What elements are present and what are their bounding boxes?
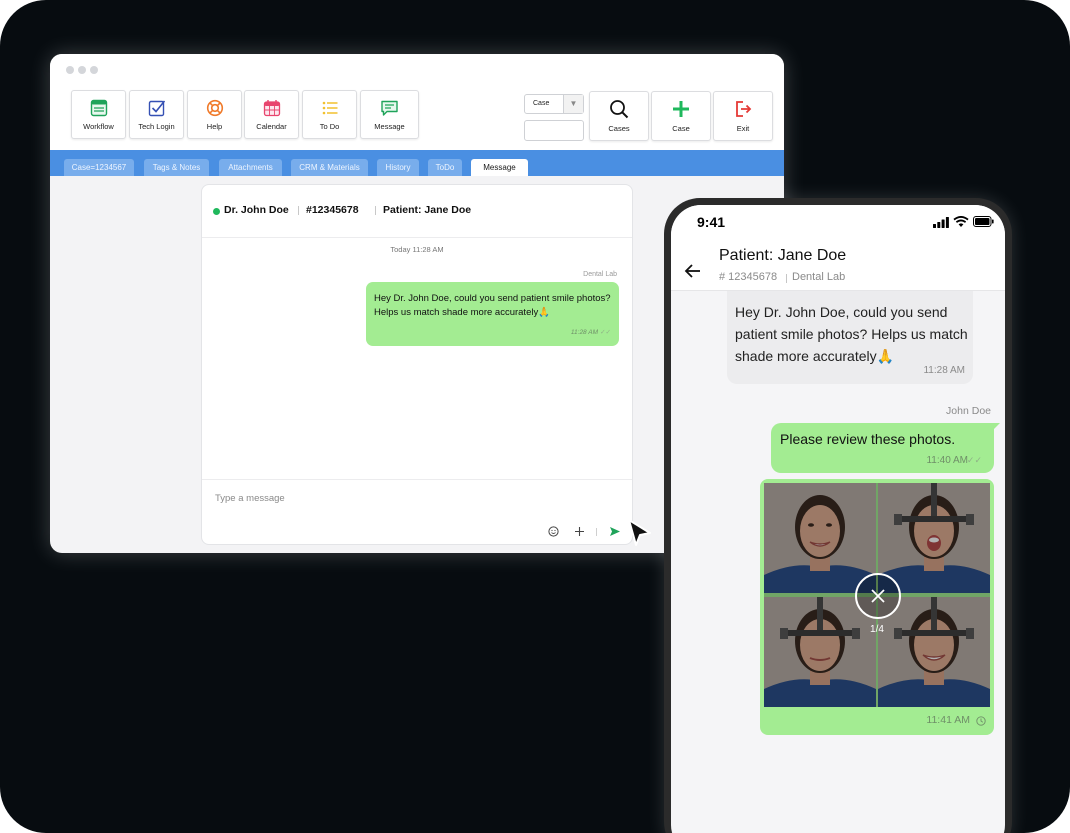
stage: Workflow Tech Login Help Calendar To Do …	[0, 0, 1070, 833]
message-time: 11:28 AM	[570, 329, 598, 336]
tech-login-label: Tech Login	[138, 121, 175, 131]
window-dot	[78, 66, 86, 74]
patient-name: Patient: Jane Doe	[383, 204, 472, 216]
list-icon	[322, 101, 337, 114]
online-status-dot	[213, 208, 220, 215]
chat-panel: Dr. John Doe #12345678 Patient: Jane Doe…	[201, 184, 633, 545]
status-bar: 9:41	[671, 205, 1005, 243]
tab-case[interactable]: Case=1234567	[64, 159, 134, 176]
header-divider	[298, 206, 299, 215]
message-composer[interactable]: Type a message	[202, 479, 632, 544]
back-arrow-icon[interactable]	[683, 261, 703, 281]
photo-message-bubble: 1/4 11:41 AM	[760, 479, 994, 735]
case-type-select[interactable]: Case ▼	[524, 94, 584, 114]
composer-divider	[596, 528, 597, 536]
header-divider	[786, 274, 787, 283]
message-bubble: Hey Dr. John Doe, could you send patient…	[366, 282, 619, 346]
tab-crm-materials[interactable]: CRM & Materials	[291, 159, 368, 176]
chat-header: Dr. John Doe #12345678 Patient: Jane Doe	[202, 185, 632, 238]
todo-button[interactable]: To Do	[302, 90, 357, 139]
mouse-cursor-icon	[628, 519, 651, 546]
window-dot	[66, 66, 74, 74]
incoming-message-bubble: Hey Dr. John Doe, could you send patient…	[727, 291, 973, 384]
read-check-icon: ✓✓	[600, 329, 611, 336]
bubble-tail	[994, 423, 1000, 429]
sender-label: John Doe	[946, 405, 991, 417]
incoming-message-text: Hey Dr. John Doe, could you send patient…	[735, 304, 968, 364]
tab-message[interactable]: Message	[471, 159, 528, 176]
attach-plus-icon[interactable]	[574, 526, 585, 537]
tab-bar: Case=1234567 Tags & Notes Attachments CR…	[50, 150, 784, 176]
photo-counter: 1/4	[870, 624, 884, 635]
message-input[interactable]: Type a message	[215, 493, 285, 504]
exit-button[interactable]: Exit	[713, 91, 773, 141]
tab-tags-notes[interactable]: Tags & Notes	[144, 159, 209, 176]
tab-todo[interactable]: ToDo	[428, 159, 462, 176]
outgoing-message-bubble: Please review these photos. 11:40 AM ✓✓	[771, 423, 1000, 473]
pending-clock-icon	[976, 716, 986, 726]
toolbar: Workflow Tech Login Help Calendar To Do …	[50, 84, 784, 150]
chat-header: Patient: Jane Doe # 12345678 Dental Lab	[671, 243, 1005, 291]
cases-search-button[interactable]: Cases	[589, 91, 649, 141]
close-icon	[871, 589, 885, 603]
help-label: Help	[206, 121, 223, 131]
emoji-icon[interactable]	[548, 526, 559, 537]
sender-label: Dental Lab	[583, 271, 617, 278]
outgoing-message-text: Please review these photos.	[780, 431, 956, 447]
lab-name: Dental Lab	[792, 271, 846, 283]
message-icon	[381, 100, 398, 116]
calendar-icon	[263, 99, 280, 116]
new-case-label: Case	[672, 124, 690, 133]
case-select-value: Case	[533, 100, 550, 107]
case-number: # 12345678	[719, 271, 778, 283]
status-time: 9:41	[697, 214, 726, 230]
case-search-input[interactable]	[524, 120, 584, 141]
read-check-icon: ✓✓	[966, 455, 982, 465]
tech-login-button[interactable]: Tech Login	[129, 90, 184, 139]
day-label: Today 11:28 AM	[390, 245, 444, 254]
window-titlebar	[50, 54, 784, 84]
phone-device: 9:41 Patient: Jane Doe # 12345678 Dental…	[664, 198, 1012, 833]
message-button[interactable]: Message	[360, 90, 419, 139]
exit-icon	[736, 101, 752, 117]
send-icon[interactable]	[609, 526, 621, 537]
outgoing-message-time: 11:40 AM	[926, 455, 968, 466]
todo-label: To Do	[319, 121, 340, 131]
case-number: #12345678	[306, 204, 359, 216]
wifi-icon	[953, 216, 969, 227]
message-text: Hey Dr. John Doe, could you send patient…	[374, 293, 611, 318]
search-icon	[610, 100, 629, 119]
tab-attachments[interactable]: Attachments	[219, 159, 282, 176]
exit-label: Exit	[736, 124, 750, 133]
window-dot	[90, 66, 98, 74]
signal-icon	[933, 217, 949, 228]
message-label: Message	[374, 121, 405, 131]
incoming-message-time: 11:28 AM	[923, 365, 965, 376]
help-button[interactable]: Help	[187, 90, 242, 139]
calendar-button[interactable]: Calendar	[244, 90, 299, 139]
battery-icon	[973, 216, 994, 227]
chevron-down-icon: ▼	[563, 95, 583, 113]
photo-message-time: 11:41 AM	[926, 714, 970, 726]
photo-grid[interactable]: 1/4	[764, 483, 990, 707]
workflow-icon	[90, 99, 107, 116]
patient-title: Patient: Jane Doe	[719, 247, 847, 264]
header-divider	[375, 206, 376, 215]
tab-history[interactable]: History	[377, 159, 419, 176]
checkbox-icon	[148, 99, 165, 116]
lifebuoy-icon	[206, 99, 223, 116]
workflow-label: Workflow	[83, 121, 114, 131]
cases-label: Cases	[608, 124, 630, 133]
doctor-name: Dr. John Doe	[224, 204, 289, 216]
phone-screen: 9:41 Patient: Jane Doe # 12345678 Dental…	[671, 205, 1005, 833]
workflow-button[interactable]: Workflow	[71, 90, 126, 139]
plus-icon	[673, 101, 689, 117]
calendar-label: Calendar	[256, 121, 287, 131]
close-preview-button[interactable]	[855, 573, 901, 619]
new-case-button[interactable]: Case	[651, 91, 711, 141]
